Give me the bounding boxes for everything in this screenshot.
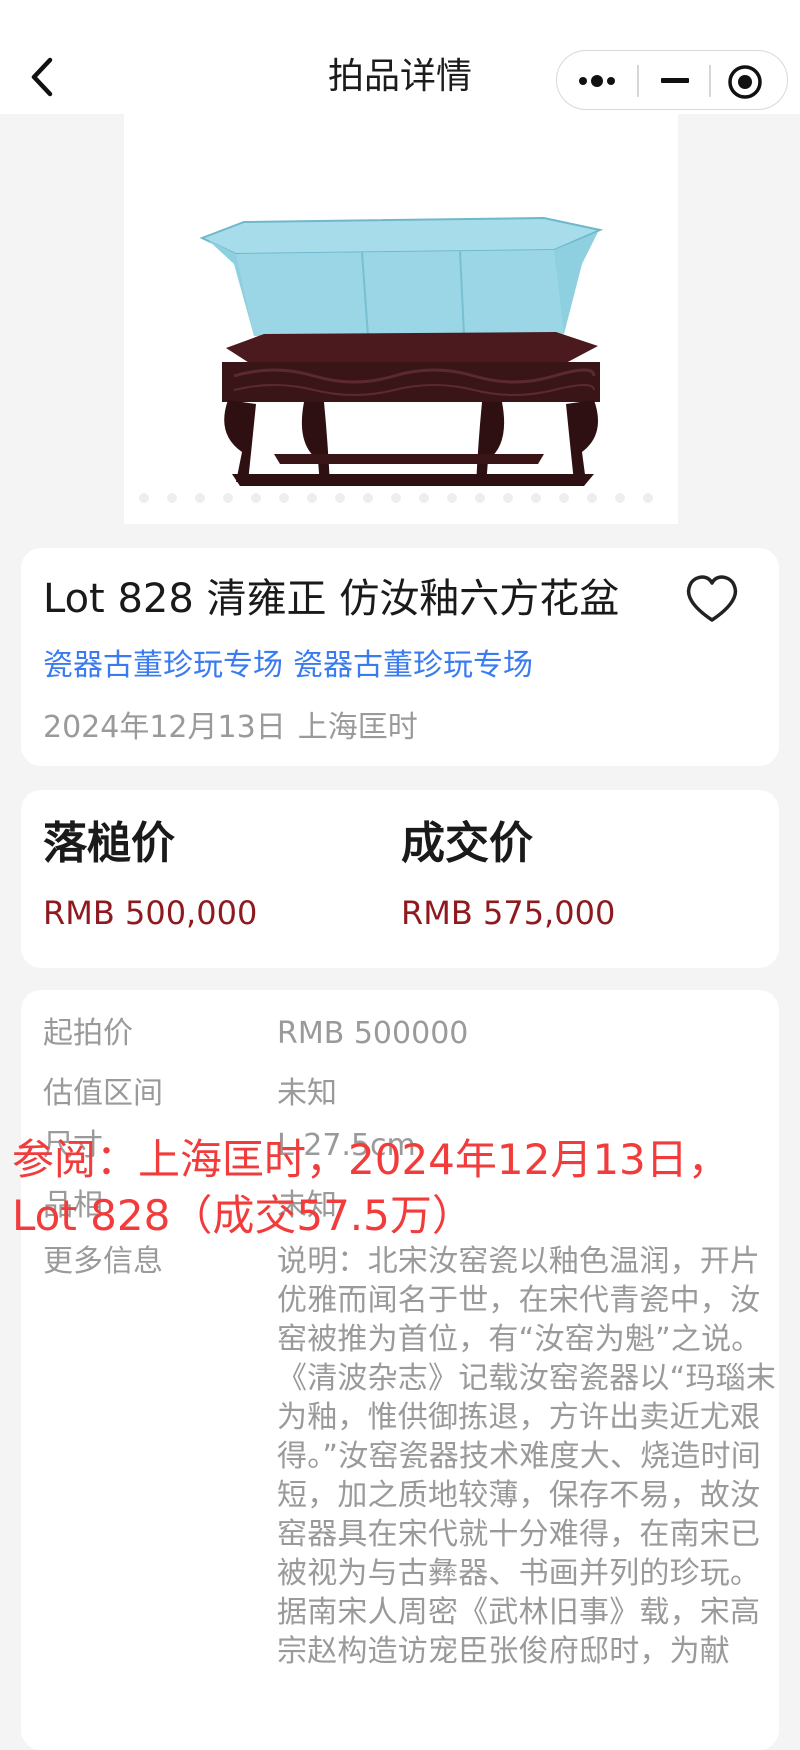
deal-price-value: RMB 575,000	[401, 894, 616, 932]
hammer-price-block: 落槌价 RMB 500,000	[43, 812, 257, 938]
detail-key: 更多信息	[43, 1244, 163, 1279]
deal-price-label: 成交价	[401, 818, 533, 869]
auction-house: 上海匡时	[297, 710, 418, 745]
session-links: 瓷器古董珍玩专场 瓷器古董珍玩专场	[43, 644, 533, 688]
auction-date: 2024年12月13日	[43, 710, 286, 745]
lot-title: Lot 828 清雍正 仿汝釉六方花盆	[43, 576, 620, 622]
hammer-price-label: 落槌价	[43, 818, 175, 869]
lot-summary-card: Lot 828 清雍正 仿汝釉六方花盆 瓷器古董珍玩专场 瓷器古董珍玩专场 202…	[21, 548, 779, 766]
more-dots-icon	[579, 75, 615, 87]
heart-outline-icon	[686, 575, 738, 622]
image-pager-dots	[139, 493, 653, 503]
minimize-button[interactable]	[639, 51, 709, 111]
session-link[interactable]: 瓷器古董珍玩专场	[43, 648, 283, 683]
close-button[interactable]	[711, 51, 781, 111]
favorite-button[interactable]	[681, 568, 743, 630]
mini-program-capsule	[556, 50, 788, 110]
more-button[interactable]	[557, 51, 627, 111]
detail-key: 估值区间	[43, 1076, 163, 1111]
details-card: 起拍价 RMB 500000 估值区间 未知 尺寸 L 27.5cm 品相 未知…	[21, 990, 779, 1750]
target-close-icon	[728, 65, 762, 99]
celadon-hexagonal-flowerpot-image	[199, 216, 604, 486]
detail-value: RMB 500000	[277, 1016, 469, 1051]
price-card: 落槌价 RMB 500,000 成交价 RMB 575,000	[21, 790, 779, 968]
nav-bar: 拍品详情	[0, 0, 800, 114]
session-link[interactable]: 瓷器古董珍玩专场	[293, 648, 533, 683]
hammer-price-value: RMB 500,000	[43, 894, 258, 932]
detail-value: 未知	[277, 1076, 337, 1111]
lot-image[interactable]	[124, 114, 678, 524]
auction-meta: 2024年12月13日 上海匡时	[43, 706, 418, 750]
deal-price-block: 成交价 RMB 575,000	[401, 812, 615, 938]
reference-overlay-note: 参阅：上海匡时，2024年12月13日，Lot 828（成交57.5万）	[12, 1135, 730, 1240]
detail-key: 起拍价	[43, 1016, 133, 1051]
detail-description: 说明：北宋汝窑瓷以釉色温润，开片优雅而闻名于世，在宋代青瓷中，汝窑被推为首位，有…	[277, 1244, 776, 1669]
minimize-icon	[661, 78, 689, 83]
